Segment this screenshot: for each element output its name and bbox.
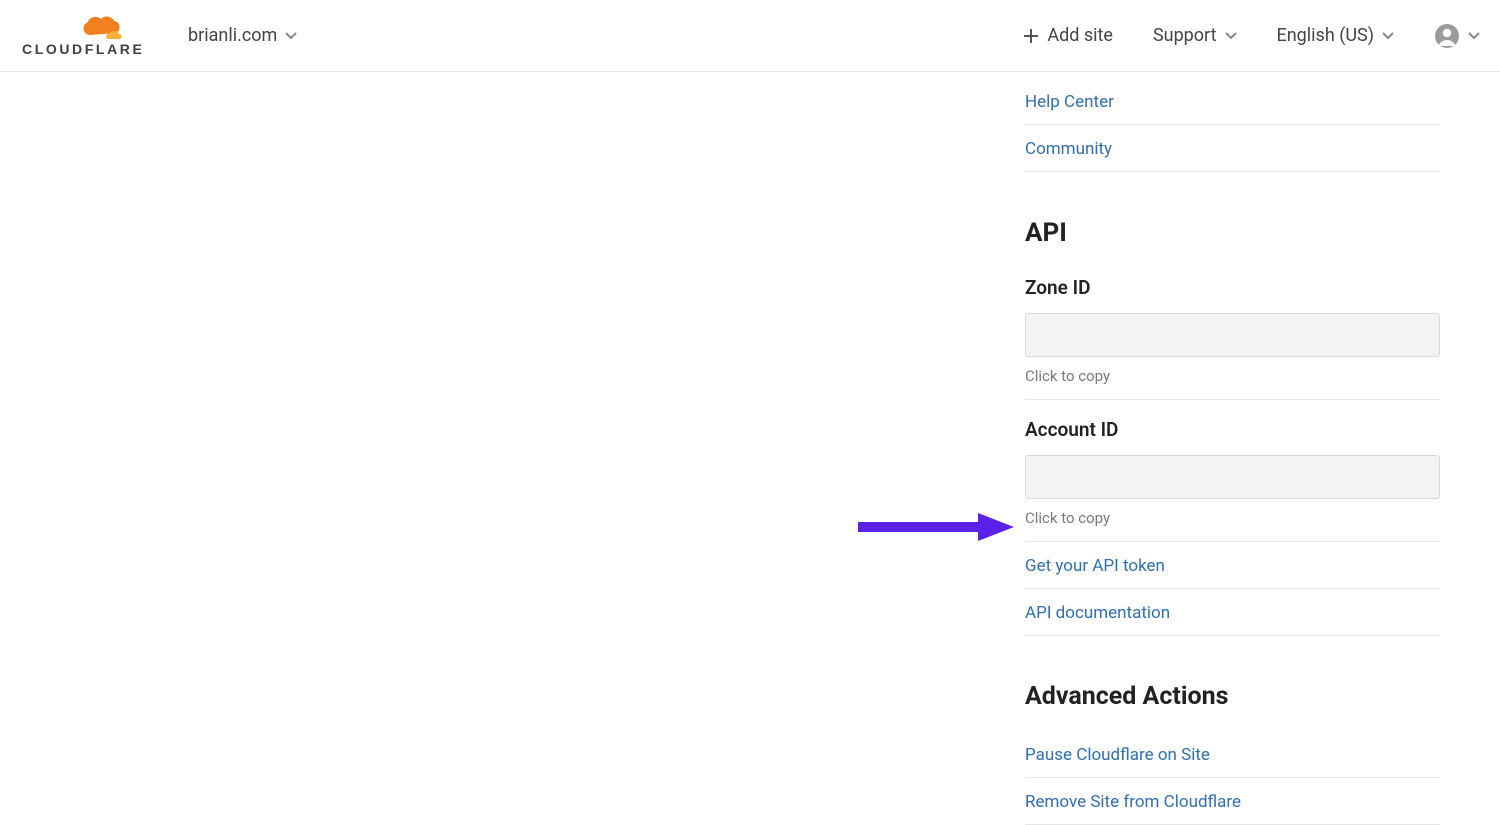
zone-id-hint: Click to copy (1025, 367, 1440, 385)
header-nav: Add site Support English (US) (1023, 23, 1480, 49)
svg-text:CLOUDFLARE: CLOUDFLARE (22, 41, 144, 57)
zone-id-label: Zone ID (1025, 276, 1440, 299)
zone-id-group: Zone ID Click to copy (1025, 276, 1440, 400)
chevron-down-icon (1382, 30, 1394, 42)
api-documentation-link[interactable]: API documentation (1025, 603, 1170, 623)
account-id-hint: Click to copy (1025, 509, 1440, 527)
language-label: English (US) (1277, 25, 1375, 46)
right-sidebar: Help Center Community API Zone ID Click … (1025, 72, 1440, 825)
help-center-link[interactable]: Help Center (1025, 92, 1114, 112)
account-id-group: Account ID Click to copy (1025, 418, 1440, 542)
account-id-field[interactable] (1025, 455, 1440, 499)
chevron-down-icon (285, 30, 297, 42)
advanced-actions-heading: Advanced Actions (1025, 682, 1440, 711)
support-menu[interactable]: Support (1153, 25, 1237, 46)
zone-id-field[interactable] (1025, 313, 1440, 357)
chevron-down-icon (1468, 30, 1480, 42)
remove-site-link[interactable]: Remove Site from Cloudflare (1025, 792, 1241, 812)
api-heading: API (1025, 218, 1440, 248)
avatar-icon (1434, 23, 1460, 49)
plus-icon (1023, 28, 1039, 44)
chevron-down-icon (1225, 30, 1237, 42)
add-site-label: Add site (1047, 25, 1113, 46)
language-menu[interactable]: English (US) (1277, 25, 1395, 46)
get-api-token-link[interactable]: Get your API token (1025, 556, 1165, 576)
top-header: CLOUDFLARE brianli.com Add site Support … (0, 0, 1500, 72)
pause-cloudflare-link[interactable]: Pause Cloudflare on Site (1025, 745, 1210, 765)
help-links: Help Center Community (1025, 78, 1440, 172)
support-label: Support (1153, 25, 1217, 46)
add-site-button[interactable]: Add site (1023, 25, 1113, 46)
site-selector[interactable]: brianli.com (188, 25, 297, 46)
site-selector-label: brianli.com (188, 25, 277, 46)
account-menu[interactable] (1434, 23, 1480, 49)
community-link[interactable]: Community (1025, 139, 1112, 159)
account-id-label: Account ID (1025, 418, 1440, 441)
cloudflare-logo[interactable]: CLOUDFLARE (22, 14, 152, 58)
